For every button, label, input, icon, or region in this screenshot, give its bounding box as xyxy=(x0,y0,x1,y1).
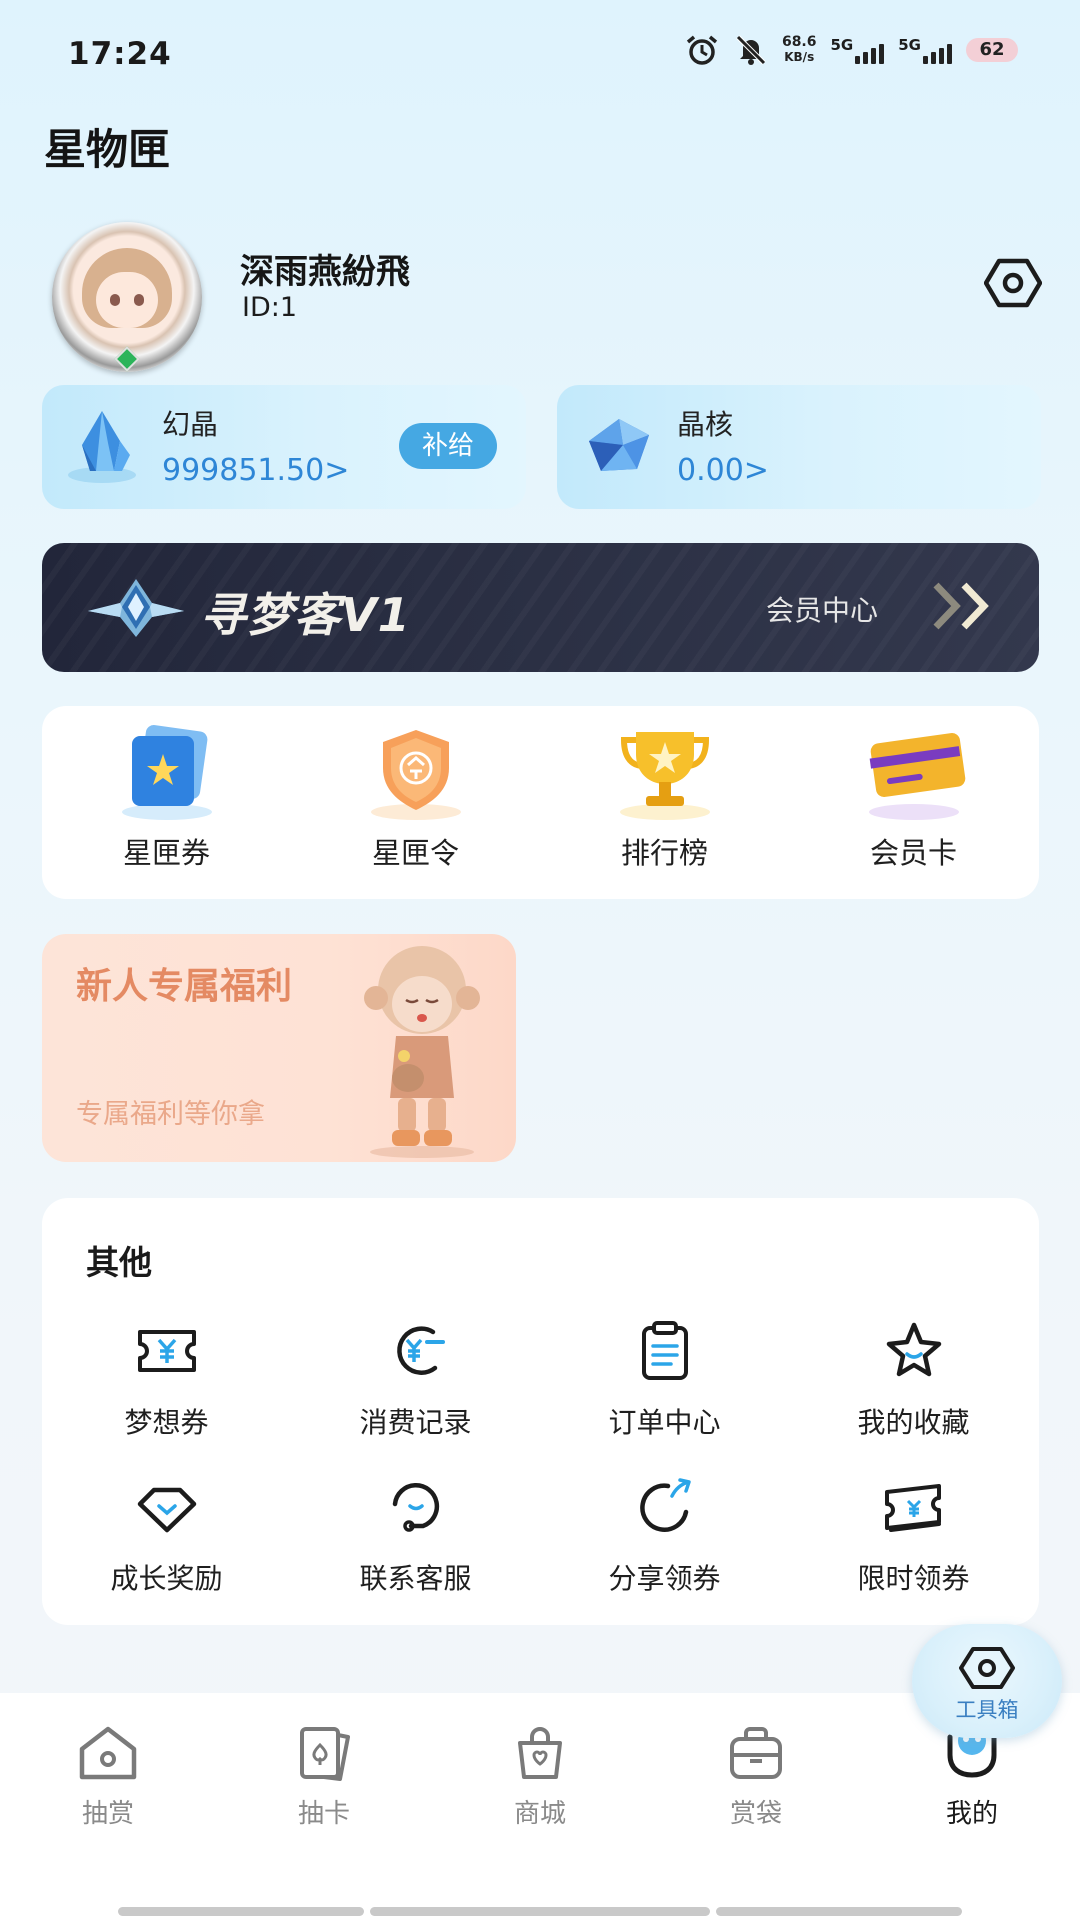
other-item-label: 成长奖励 xyxy=(110,1562,223,1595)
cards-icon xyxy=(294,1725,354,1781)
other-item-order-center[interactable]: 订单中心 xyxy=(540,1318,789,1458)
other-item-share-coupon[interactable]: 分享领券 xyxy=(540,1474,789,1614)
page-title: 星物匣 xyxy=(44,125,171,174)
toolbox-label: 工具箱 xyxy=(955,1698,1019,1722)
other-services-panel: 其他 梦想券 消费记录 订单中心 我的收藏 成长奖励 联系客服 分享领券 限时领… xyxy=(42,1198,1039,1625)
clipboard-icon xyxy=(632,1318,698,1384)
customer-service-icon xyxy=(383,1474,449,1540)
newcomer-title: 新人专属福利 xyxy=(76,966,293,1007)
tab-label: 赏袋 xyxy=(729,1799,782,1829)
member-banner[interactable]: 寻梦客V1 会员中心 xyxy=(42,543,1039,672)
core-balance-card[interactable]: 晶核 0.00> xyxy=(557,385,1041,509)
quick-action-star-token[interactable]: 星匣令 xyxy=(291,706,540,899)
settings-icon[interactable] xyxy=(983,258,1043,312)
network-speed: 68.6 KB/s xyxy=(782,35,817,65)
gesture-bar-segment xyxy=(716,1907,962,1916)
supply-button[interactable]: 补给 xyxy=(399,423,497,469)
quick-action-label: 星匣券 xyxy=(122,836,210,870)
other-item-label: 我的收藏 xyxy=(857,1406,970,1439)
double-chevron-right-icon xyxy=(930,579,996,637)
status-time: 17:24 xyxy=(68,36,172,72)
user-id: ID:1 xyxy=(242,292,298,323)
other-item-growth-rewards[interactable]: 成长奖励 xyxy=(42,1474,291,1614)
other-item-label: 梦想券 xyxy=(124,1406,209,1439)
alarm-icon xyxy=(684,34,720,66)
network-speed-value: 68.6 xyxy=(781,34,817,50)
crystal-icon xyxy=(60,405,144,493)
tab-label: 商城 xyxy=(513,1799,566,1829)
toolbox-icon xyxy=(958,1646,1016,1694)
quick-action-label: 会员卡 xyxy=(869,836,957,870)
sim2-label: 5G xyxy=(898,36,921,54)
member-level: 寻梦客V1 xyxy=(200,588,411,642)
bell-muted-icon xyxy=(734,34,768,66)
core-value[interactable]: 0.00> xyxy=(677,453,769,488)
other-item-favorites[interactable]: 我的收藏 xyxy=(789,1318,1038,1458)
tab-draw-reward[interactable]: 抽赏 xyxy=(0,1725,216,1835)
tab-mall[interactable]: 商城 xyxy=(432,1725,648,1835)
quick-action-label: 星匣令 xyxy=(371,836,459,870)
other-section-title: 其他 xyxy=(86,1243,152,1282)
quick-action-member-card[interactable]: 会员卡 xyxy=(789,706,1038,899)
member-card-icon xyxy=(855,724,973,824)
tab-mine[interactable]: 我的 xyxy=(864,1725,1080,1835)
crystal-value[interactable]: 999851.50> xyxy=(162,453,349,488)
other-item-label: 限时领券 xyxy=(857,1562,970,1595)
share-icon xyxy=(632,1474,698,1540)
crystal-balance-card[interactable]: 幻晶 999851.50> 补给 xyxy=(42,385,526,509)
quick-action-leaderboard[interactable]: 排行榜 xyxy=(540,706,789,899)
member-center-link[interactable]: 会员中心 xyxy=(766,589,878,629)
core-gem-icon xyxy=(575,405,659,493)
quick-actions-panel: 星匣券 星匣令 排行榜 会员卡 xyxy=(42,706,1039,899)
signal-sim1-icon: 5G xyxy=(831,36,885,64)
sim1-label: 5G xyxy=(830,36,854,54)
spending-record-icon xyxy=(383,1318,449,1384)
other-item-label: 订单中心 xyxy=(608,1406,721,1439)
shield-token-icon xyxy=(357,724,475,824)
battery-indicator: 62 xyxy=(966,38,1018,62)
ticket-star-icon xyxy=(108,724,226,824)
shopping-bag-icon xyxy=(510,1725,570,1781)
tab-label: 我的 xyxy=(945,1799,998,1829)
status-icons: 68.6 KB/s 5G 5G 62 xyxy=(684,34,1018,66)
figurine-image xyxy=(342,938,502,1162)
newcomer-subtitle: 专属福利等你拿 xyxy=(76,1099,265,1130)
tab-label: 抽卡 xyxy=(297,1799,350,1829)
tab-draw-card[interactable]: 抽卡 xyxy=(216,1725,432,1835)
other-item-label: 联系客服 xyxy=(359,1562,472,1595)
trophy-icon xyxy=(606,724,724,824)
tab-reward-bag[interactable]: 赏袋 xyxy=(648,1725,864,1835)
diamond-icon xyxy=(134,1474,200,1540)
network-speed-unit: KB/s xyxy=(784,50,815,64)
quick-action-star-voucher[interactable]: 星匣券 xyxy=(42,706,291,899)
toolbox-button[interactable]: 工具箱 xyxy=(912,1624,1062,1738)
core-label: 晶核 xyxy=(677,408,734,441)
backpack-icon xyxy=(726,1725,786,1781)
home-icon xyxy=(78,1725,138,1781)
other-item-label: 消费记录 xyxy=(359,1406,472,1439)
bottom-tab-bar: 抽赏 抽卡 商城 赏袋 我的 xyxy=(0,1693,1080,1920)
other-item-limited-coupon[interactable]: 限时领券 xyxy=(789,1474,1038,1614)
quick-action-label: 排行榜 xyxy=(620,836,708,870)
star-icon xyxy=(881,1318,947,1384)
avatar[interactable] xyxy=(52,222,202,372)
coupon-yen-icon xyxy=(134,1318,200,1384)
other-item-dream-voucher[interactable]: 梦想券 xyxy=(42,1318,291,1458)
username: 深雨燕紛飛 xyxy=(240,252,410,292)
crystal-label: 幻晶 xyxy=(162,408,219,441)
member-level-badge-icon xyxy=(84,575,188,643)
newcomer-benefits-card[interactable]: 新人专属福利 专属福利等你拿 xyxy=(42,934,516,1162)
tab-label: 抽赏 xyxy=(81,1799,134,1829)
gesture-bar-segment xyxy=(370,1907,710,1916)
signal-sim2-icon: 5G xyxy=(898,36,952,64)
other-item-label: 分享领券 xyxy=(608,1562,721,1595)
other-item-customer-service[interactable]: 联系客服 xyxy=(291,1474,540,1614)
gesture-bar-segment xyxy=(118,1907,364,1916)
other-item-spending-record[interactable]: 消费记录 xyxy=(291,1318,540,1458)
limited-coupon-icon xyxy=(881,1474,947,1540)
